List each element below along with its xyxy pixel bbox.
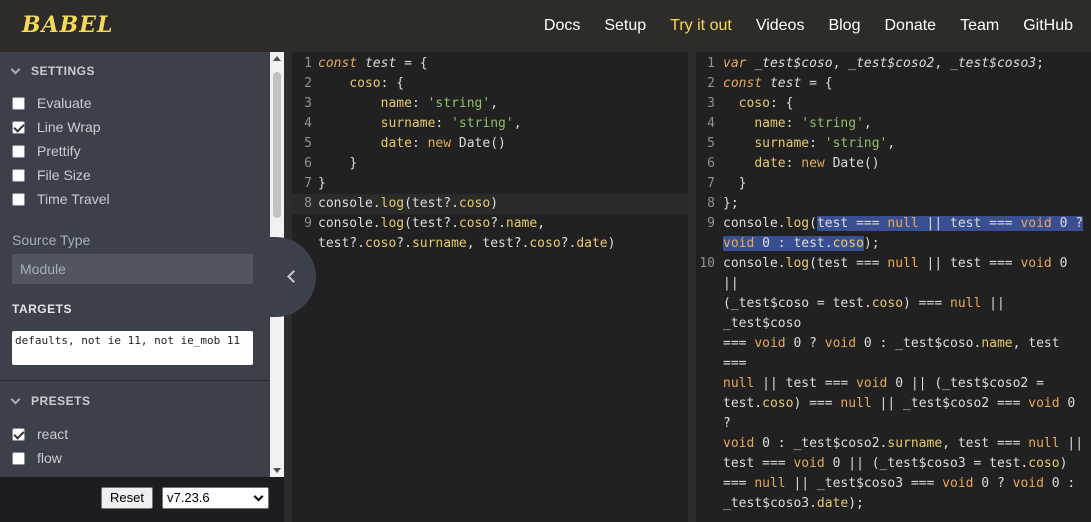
code-line: 4 surname: 'string', xyxy=(304,116,522,131)
setting-label: Time Travel xyxy=(37,191,110,207)
scrollbar-thumb[interactable] xyxy=(273,72,281,218)
chevron-down-icon xyxy=(10,64,21,74)
section-divider xyxy=(0,380,270,381)
reset-button[interactable]: Reset xyxy=(101,487,153,509)
chevron-down-icon xyxy=(253,491,264,502)
code-line: 1 var _test$coso, _test$coso2, _test$coso… xyxy=(707,56,1044,71)
code-line: 2 const test = { xyxy=(707,76,833,91)
file-size-checkbox[interactable] xyxy=(12,168,25,182)
nav-blog[interactable]: Blog xyxy=(828,17,860,35)
preset-label: react xyxy=(37,426,69,442)
code-line-active: 8 console.log(test?.coso) xyxy=(292,194,688,214)
settings-title: SETTINGS xyxy=(31,64,96,78)
top-navigation-bar: BABEL Docs Setup Try it out Videos Blog … xyxy=(0,0,1091,52)
code-line: 1 const test = { xyxy=(304,56,428,71)
nav-team[interactable]: Team xyxy=(960,17,999,35)
targets-title: TARGETS xyxy=(12,302,72,316)
preset-react[interactable]: react xyxy=(12,426,68,442)
code-line: 8}; xyxy=(707,196,739,211)
presets-title: PRESETS xyxy=(31,394,91,408)
nav-github[interactable]: GitHub xyxy=(1023,17,1073,35)
flow-checkbox[interactable] xyxy=(12,451,25,465)
nav-try-it-out[interactable]: Try it out xyxy=(670,17,732,35)
evaluate-checkbox[interactable] xyxy=(12,96,25,110)
react-checkbox[interactable] xyxy=(12,427,25,441)
setting-prettify[interactable]: Prettify xyxy=(12,143,81,159)
code-line: 5 date: new Date() xyxy=(304,136,506,151)
prettify-checkbox[interactable] xyxy=(12,144,25,158)
code-line: 5 surname: 'string', xyxy=(707,136,896,151)
nav-donate[interactable]: Donate xyxy=(884,17,936,35)
settings-sidebar: SETTINGS Evaluate Line Wrap Prettify Fil… xyxy=(0,52,284,477)
setting-line-wrap[interactable]: Line Wrap xyxy=(12,119,101,135)
input-code-editor[interactable]: 1 const test = { 2 coso: { 3 name: 'strin… xyxy=(292,52,688,522)
setting-label: Line Wrap xyxy=(37,119,101,135)
nav-docs[interactable]: Docs xyxy=(544,17,580,35)
setting-evaluate[interactable]: Evaluate xyxy=(12,95,91,111)
output-code-editor[interactable]: 1 var _test$coso, _test$coso2, _test$coso… xyxy=(696,52,1091,522)
settings-section-header[interactable]: SETTINGS xyxy=(10,64,96,78)
setting-time-travel[interactable]: Time Travel xyxy=(12,191,110,207)
nav-links: Docs Setup Try it out Videos Blog Donate… xyxy=(520,0,1073,52)
nav-setup[interactable]: Setup xyxy=(604,17,646,35)
nav-videos[interactable]: Videos xyxy=(756,17,805,35)
code-line: 9 console.log(test?.coso?.name, test?.cos… xyxy=(304,216,616,251)
code-line: 3 coso: { xyxy=(707,96,794,111)
source-type-select[interactable]: Module xyxy=(12,254,253,284)
code-line: 4 name: 'string', xyxy=(707,116,872,131)
setting-label: Prettify xyxy=(37,143,81,159)
code-line: 6 date: new Date() xyxy=(707,156,880,171)
code-line: 9 console.log(test === null || test === v… xyxy=(707,216,1084,251)
chevron-down-icon xyxy=(10,394,21,404)
babel-logo[interactable]: BABEL xyxy=(22,12,114,38)
chevron-left-icon xyxy=(287,270,300,283)
scroll-down-icon[interactable] xyxy=(273,468,281,473)
version-value: v7.23.6 xyxy=(167,490,210,505)
code-line: 7} xyxy=(304,176,326,191)
setting-label: Evaluate xyxy=(37,95,92,111)
preset-flow[interactable]: flow xyxy=(12,450,62,466)
targets-textarea[interactable]: defaults, not ie 11, not ie_mob 11 xyxy=(12,331,253,365)
version-select[interactable]: v7.23.6 xyxy=(162,487,269,509)
code-line: 10 console.log(test === null || test === … xyxy=(699,256,1084,511)
code-line: 2 coso: { xyxy=(304,76,405,91)
setting-label: File Size xyxy=(37,167,91,183)
setting-file-size[interactable]: File Size xyxy=(12,167,91,183)
code-line: 7 } xyxy=(707,176,747,191)
sidebar-footer: Reset v7.23.6 xyxy=(0,477,284,522)
scroll-up-icon[interactable] xyxy=(273,56,281,61)
presets-section-header[interactable]: PRESETS xyxy=(10,394,91,408)
time-travel-checkbox[interactable] xyxy=(12,192,25,206)
line-wrap-checkbox[interactable] xyxy=(12,120,25,134)
code-line: 3 name: 'string', xyxy=(304,96,499,111)
preset-label: flow xyxy=(37,450,62,466)
code-line: 6 } xyxy=(304,156,358,171)
source-type-label: Source Type xyxy=(12,232,91,248)
